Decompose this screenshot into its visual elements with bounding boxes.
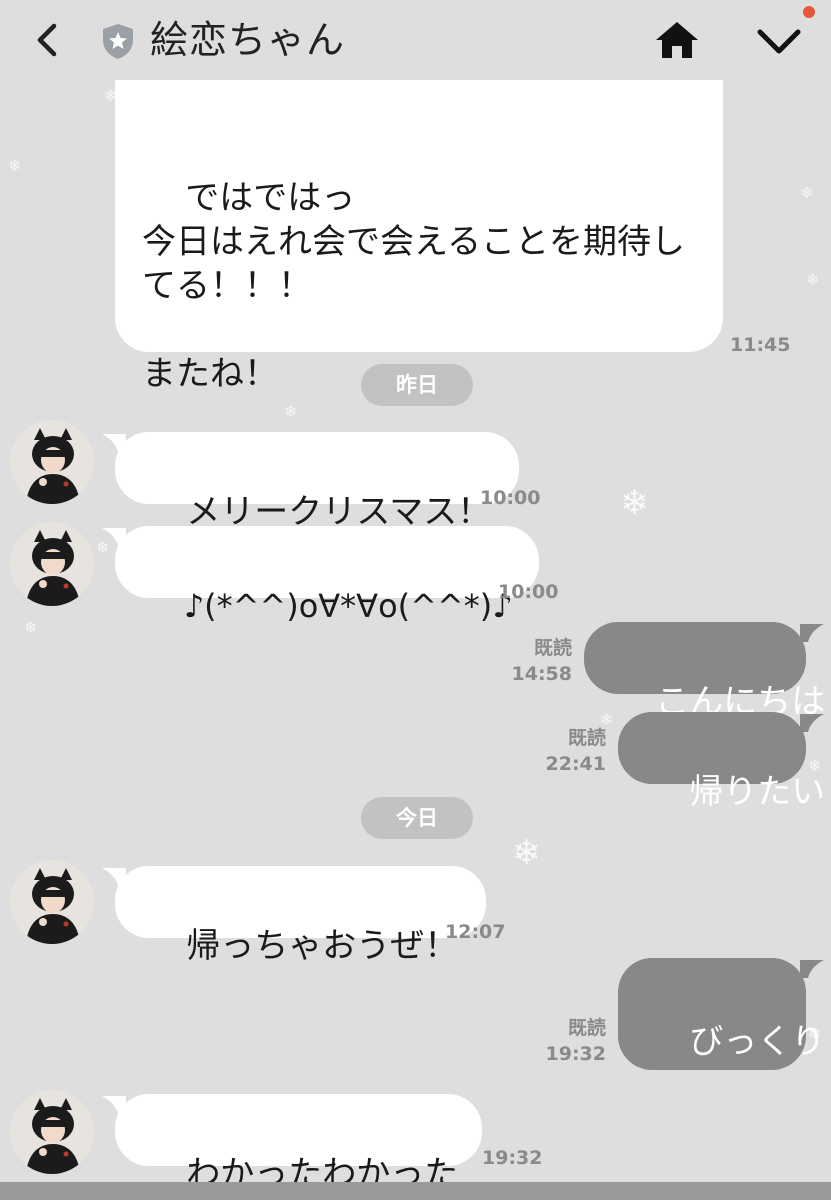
message-bubble-sent[interactable]: 帰りたい xyxy=(618,712,825,812)
avatar[interactable] xyxy=(10,420,94,504)
snowflake-icon: ❄ xyxy=(806,270,820,289)
message-text: びっくり xyxy=(689,1022,826,1062)
bubble-tail xyxy=(800,624,824,642)
bubble-tail xyxy=(800,714,824,732)
date-separator: 今日 xyxy=(361,797,473,839)
notification-dot xyxy=(803,6,815,18)
snowflake-icon: ❄ xyxy=(284,402,298,421)
avatar[interactable] xyxy=(10,1090,94,1174)
avatar[interactable] xyxy=(10,522,94,606)
message-time: 11:45 xyxy=(730,334,791,356)
message-time: 19:32 xyxy=(545,1043,606,1065)
message-bubble-received[interactable]: ♪(*^^)o∀*∀o(^^*)♪ xyxy=(115,526,539,625)
back-arrow-icon[interactable] xyxy=(28,18,68,62)
avatar[interactable] xyxy=(10,860,94,944)
chat-screen: ❄ ❄ ❄ ❄ ❄ ❄ ❄ ❄ ❄ ❄ ❄ ❄ ❄ ❄ 絵恋ちゃん ではではっ … xyxy=(0,0,831,1200)
message-bubble-received[interactable]: メリークリスマス！ xyxy=(115,432,520,532)
snowflake-icon: ❄ xyxy=(8,156,22,175)
shield-star-icon xyxy=(103,24,133,59)
snowflake-icon: ❄ xyxy=(24,618,38,637)
message-text: ♪(*^^)o∀*∀o(^^*)♪ xyxy=(183,587,513,625)
bubble-tail xyxy=(800,960,824,978)
message-text: 帰っちゃおうぜ！ xyxy=(186,926,459,966)
message-time: 12:07 xyxy=(445,921,506,943)
home-icon[interactable] xyxy=(652,18,702,62)
snowflake-icon: ❄ xyxy=(620,483,649,523)
snowflake-icon: ❄ xyxy=(512,833,541,873)
chat-title: 絵恋ちゃん xyxy=(150,18,346,62)
message-time: 10:00 xyxy=(498,581,559,603)
message-text: ではではっ 今日はえれ会で会えることを期待し てる！！！ またね！ xyxy=(142,178,685,394)
message-time: 14:58 xyxy=(511,663,572,685)
message-bubble-received[interactable]: ではではっ 今日はえれ会で会えることを期待し てる！！！ またね！ xyxy=(115,60,723,394)
date-separator: 昨日 xyxy=(361,364,473,406)
input-bar-edge xyxy=(0,1182,831,1200)
chevron-down-icon[interactable] xyxy=(752,24,806,60)
message-bubble-sent[interactable]: こんにちは xyxy=(584,622,825,722)
message-time: 19:32 xyxy=(482,1147,543,1169)
chat-header: 絵恋ちゃん xyxy=(0,0,831,80)
message-bubble-received[interactable]: 帰っちゃおうぜ！ xyxy=(115,866,487,966)
message-time: 10:00 xyxy=(480,487,541,509)
message-text: 帰りたい xyxy=(689,772,826,812)
snowflake-icon: ❄ xyxy=(800,183,814,202)
read-receipt: 既読 xyxy=(533,637,572,659)
message-bubble-received[interactable]: わかったわかった xyxy=(115,1094,483,1194)
message-bubble-sent[interactable]: びっくり xyxy=(618,958,825,1070)
read-receipt: 既読 xyxy=(567,1017,606,1039)
read-receipt: 既読 xyxy=(567,727,606,749)
message-time: 22:41 xyxy=(545,753,606,775)
